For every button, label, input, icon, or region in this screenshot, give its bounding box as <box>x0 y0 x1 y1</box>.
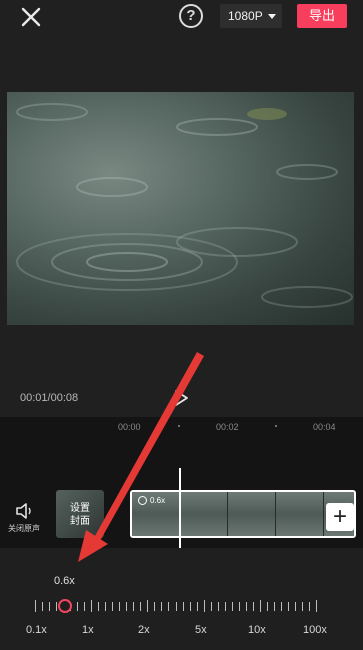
speed-slider-knob[interactable] <box>58 599 72 613</box>
mute-original-sound-button[interactable]: 关闭原声 <box>4 497 44 537</box>
slider-tick <box>281 602 282 611</box>
speaker-icon <box>16 503 31 519</box>
mute-label: 关闭原声 <box>8 524 40 533</box>
video-frame-image <box>16 103 353 308</box>
clip-frame <box>228 492 276 536</box>
clip-speed-badge: 0.6x <box>138 496 165 505</box>
slider-tick <box>239 602 240 611</box>
speed-scale-label: 10x <box>248 624 266 636</box>
slider-tick <box>267 602 268 611</box>
ruler-dot <box>275 425 277 427</box>
slider-tick <box>176 602 177 611</box>
slider-tick <box>154 602 155 611</box>
slider-tick <box>119 602 120 611</box>
slider-tick <box>140 602 141 611</box>
slider-tick <box>35 600 36 612</box>
ruler-label: 00:04 <box>313 422 336 432</box>
speed-scale-label: 100x <box>303 624 327 636</box>
ruler-dot <box>178 425 180 427</box>
slider-tick <box>49 602 50 611</box>
slider-tick <box>295 602 296 611</box>
slider-tick <box>204 600 205 612</box>
slider-tick <box>225 602 226 611</box>
slider-tick <box>77 602 78 611</box>
speed-slider[interactable] <box>35 599 317 613</box>
slider-tick <box>168 602 169 611</box>
slider-tick <box>190 602 191 611</box>
speed-scale-label: 0.1x <box>26 624 47 636</box>
video-clip[interactable]: 0.6x <box>130 490 356 538</box>
speed-scale-label: 5x <box>195 624 207 636</box>
slider-tick <box>98 602 99 611</box>
clip-frame <box>180 492 228 536</box>
slider-tick <box>260 600 261 612</box>
slider-tick <box>288 602 289 611</box>
slider-tick <box>105 602 106 611</box>
set-cover-label: 设置 封面 <box>70 503 90 527</box>
slider-tick <box>246 602 247 611</box>
speed-scale-label: 1x <box>82 624 94 636</box>
slider-tick <box>302 602 303 611</box>
slider-tick <box>56 602 57 611</box>
slider-tick <box>309 602 310 611</box>
slider-tick <box>316 600 317 612</box>
set-cover-button[interactable]: 设置 封面 <box>56 490 104 538</box>
slider-tick <box>253 602 254 611</box>
slider-tick <box>133 602 134 611</box>
slider-tick <box>126 602 127 611</box>
speed-icon <box>138 496 147 505</box>
slider-tick <box>218 602 219 611</box>
ruler-label: 00:00 <box>118 422 141 432</box>
top-bar: ? 1080P 导出 <box>0 0 363 36</box>
slider-tick <box>274 602 275 611</box>
slider-tick <box>91 600 92 612</box>
slider-tick <box>232 602 233 611</box>
ruler-label: 00:02 <box>216 422 239 432</box>
resolution-label: 1080P <box>228 9 263 23</box>
help-icon[interactable]: ? <box>179 4 203 28</box>
slider-tick <box>183 602 184 611</box>
video-preview[interactable] <box>7 92 354 325</box>
slider-tick <box>42 602 43 611</box>
close-icon[interactable] <box>18 4 44 30</box>
timeline[interactable]: 00:00 00:02 00:04 关闭原声 设置 封面 0.6x <box>0 417 363 548</box>
current-speed-value: 0.6x <box>54 575 75 587</box>
slider-tick <box>211 602 212 611</box>
speed-scale-label: 2x <box>138 624 150 636</box>
slider-tick <box>84 602 85 611</box>
speed-panel: 0.6x 0.1x 1x 2x 5x 10x 100x <box>0 548 363 650</box>
export-button[interactable]: 导出 <box>297 4 347 28</box>
playhead[interactable] <box>179 468 181 548</box>
slider-tick <box>112 602 113 611</box>
slider-tick <box>197 602 198 611</box>
play-icon[interactable] <box>171 389 191 407</box>
chevron-down-icon <box>268 14 276 19</box>
playback-time: 00:01/00:08 <box>20 392 79 404</box>
add-clip-button[interactable]: + <box>326 503 354 531</box>
clip-frame <box>276 492 324 536</box>
slider-tick <box>161 602 162 611</box>
resolution-dropdown[interactable]: 1080P <box>220 4 282 28</box>
slider-tick <box>147 600 148 612</box>
